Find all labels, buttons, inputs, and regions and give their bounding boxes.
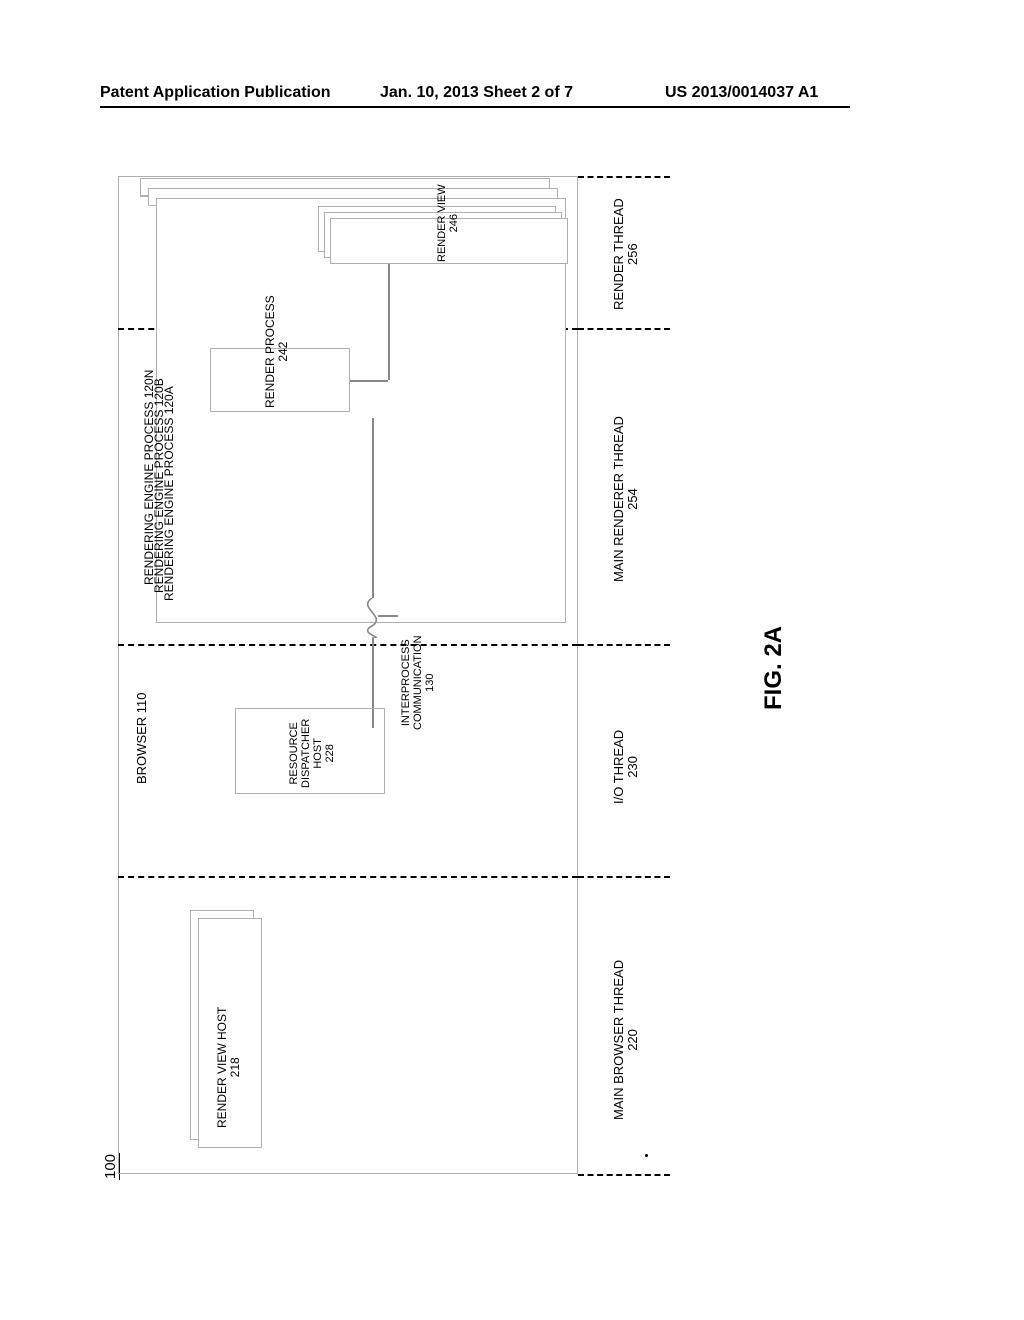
dash-ext-h2 bbox=[578, 644, 670, 646]
header-rule bbox=[100, 106, 850, 108]
header-right: US 2013/0014037 A1 bbox=[665, 84, 818, 102]
rvh-label: RENDER VIEW HOST 218 bbox=[216, 1007, 242, 1128]
ipc-lab: INTERPROCESS COMMUNICATION 130 bbox=[400, 635, 436, 730]
rdh-label: RESOURCE DISPATCHER HOST 228 bbox=[288, 719, 336, 788]
dash-h2 bbox=[118, 644, 578, 646]
fig-2a: FIG. 2A bbox=[760, 626, 788, 710]
dash-h3 bbox=[118, 876, 578, 878]
lbl-io-thread: I/O THREAD 230 bbox=[612, 730, 640, 804]
lbl-main-browser-thread: MAIN BROWSER THREAD 220 bbox=[612, 960, 640, 1120]
ipc-lead bbox=[378, 615, 398, 617]
header-left: Patent Application Publication bbox=[100, 84, 331, 102]
c-rp-rv-v bbox=[388, 264, 390, 380]
rp-label: RENDER PROCESS 242 bbox=[264, 295, 290, 408]
figure: 100 [data-name="eng-n-lab"]{display:none… bbox=[100, 170, 870, 1230]
header-center: Jan. 10, 2013 Sheet 2 of 7 bbox=[380, 84, 573, 102]
rv-label: RENDER VIEW 246 bbox=[436, 184, 460, 262]
squiggle-icon bbox=[357, 598, 387, 638]
browser110: BROWSER 110 bbox=[134, 692, 149, 784]
eng-a-label: RENDERING ENGINE PROCESS 120A bbox=[162, 386, 176, 601]
dash-ext-h1 bbox=[578, 328, 670, 330]
lbl-main-renderer-thread: MAIN RENDERER THREAD 254 bbox=[612, 416, 640, 582]
c-rp-rv-h bbox=[350, 380, 388, 382]
dash-ext-h0 bbox=[578, 176, 670, 178]
lbl-render-thread: RENDER THREAD 256 bbox=[612, 198, 640, 310]
c-rp-down bbox=[372, 418, 374, 598]
ipc-squig bbox=[357, 598, 387, 638]
dash-ext-h4 bbox=[578, 1174, 670, 1176]
dot bbox=[645, 1154, 648, 1157]
dash-ext-h3 bbox=[578, 876, 670, 878]
